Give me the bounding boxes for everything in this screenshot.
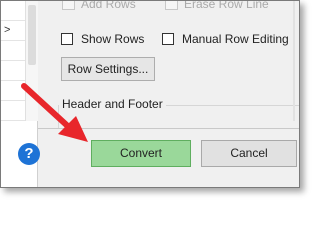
erase-row-line-icon <box>165 1 178 10</box>
dialog-window: > Add Rows Erase Row Line Show Rows Manu… <box>0 0 300 188</box>
checkbox-box[interactable] <box>61 33 73 45</box>
header-footer-label: Header and Footer <box>59 97 166 111</box>
chevron-right-icon[interactable]: > <box>4 24 10 36</box>
panel-scrollbar[interactable] <box>293 1 295 121</box>
show-rows-checkbox[interactable]: Show Rows <box>61 32 144 46</box>
manual-row-editing-label: Manual Row Editing <box>182 32 289 46</box>
checkbox-box[interactable] <box>162 33 174 45</box>
erase-row-line-label: Erase Row Line <box>184 0 269 11</box>
cancel-button[interactable]: Cancel <box>201 140 297 167</box>
convert-button[interactable]: Convert <box>91 140 191 167</box>
erase-row-line-button[interactable]: Erase Row Line <box>165 0 269 11</box>
vertical-scrollbar[interactable] <box>25 1 38 121</box>
add-rows-label: Add Rows <box>81 0 136 11</box>
add-rows-icon <box>62 1 75 10</box>
scrollbar-thumb[interactable] <box>28 5 36 65</box>
row-settings-button[interactable]: Row Settings... <box>61 57 155 81</box>
manual-row-editing-checkbox[interactable]: Manual Row Editing <box>162 32 289 46</box>
add-rows-button[interactable]: Add Rows <box>62 0 136 11</box>
show-rows-label: Show Rows <box>81 32 145 46</box>
row-tools: Add Rows Erase Row Line <box>58 1 299 17</box>
help-icon[interactable]: ? <box>18 143 40 165</box>
